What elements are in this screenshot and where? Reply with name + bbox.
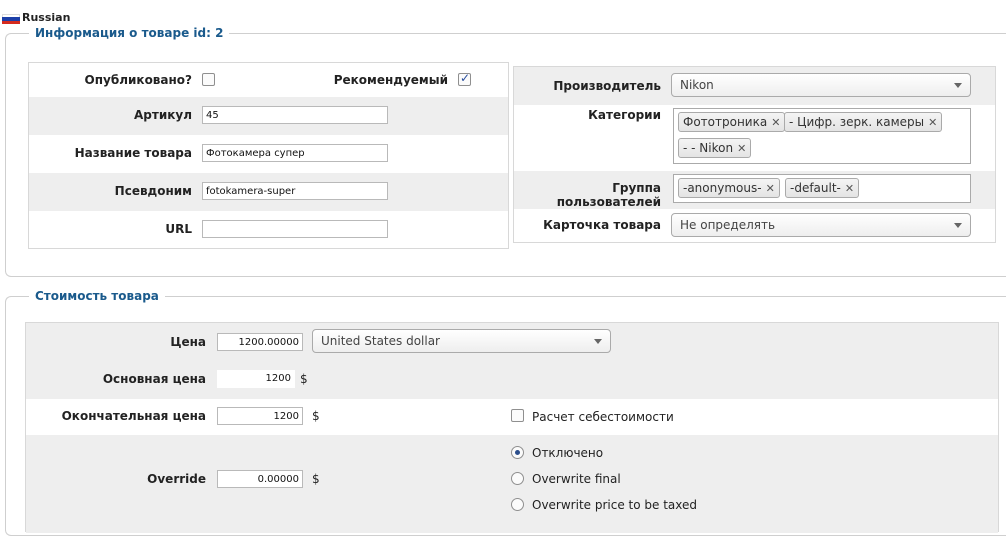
url-input[interactable] [202, 220, 388, 238]
product-card-select[interactable]: Не определять [671, 213, 971, 237]
published-label: Опубликовано? [84, 73, 192, 87]
manufacturer-label: Производитель [553, 79, 661, 93]
chevron-down-icon [954, 83, 962, 88]
user-group-chip[interactable]: -anonymous- ✕ [678, 178, 780, 198]
final-price-label: Окончательная цена [61, 409, 206, 423]
flag-russia-icon [2, 14, 20, 24]
chevron-down-icon [954, 223, 962, 228]
manufacturer-select[interactable]: Nikon [671, 73, 971, 97]
chevron-down-icon [594, 339, 602, 344]
featured-checkbox[interactable] [458, 71, 471, 86]
product-name-input[interactable] [202, 144, 388, 162]
override-option-label: Отключено [532, 446, 604, 460]
currency-select[interactable]: United States dollar [312, 329, 611, 353]
override-option-disabled-radio[interactable] [511, 446, 524, 459]
base-price-currency: $ [300, 372, 308, 386]
categories-label: Категории [588, 108, 661, 122]
alias-input[interactable] [202, 182, 388, 200]
override-option-taxed-radio[interactable] [511, 498, 524, 511]
featured-label: Рекомендуемый [333, 73, 448, 87]
user-group-chip[interactable]: -default- ✕ [785, 178, 860, 198]
price-input[interactable] [217, 333, 303, 351]
published-checkbox[interactable] [202, 73, 215, 86]
user-group-label: Группа пользователей [556, 181, 661, 209]
cost-calc-checkbox[interactable] [511, 409, 524, 422]
product-info-legend: Информация о товаре id: 2 [29, 26, 230, 40]
product-card-label: Карточка товара [543, 218, 661, 232]
product-card-value: Не определять [680, 218, 776, 232]
category-chip[interactable]: - Цифр. зерк. камеры ✕ [784, 112, 943, 132]
override-input[interactable] [217, 470, 303, 488]
override-option-label: Overwrite price to be taxed [532, 498, 697, 512]
override-currency: $ [312, 472, 320, 486]
base-price-value: 1200 [217, 370, 295, 388]
sku-label: Артикул [134, 108, 192, 122]
override-option-label: Overwrite final [532, 472, 621, 486]
final-price-input[interactable] [217, 407, 303, 425]
override-label: Override [147, 472, 206, 486]
close-icon[interactable]: ✕ [737, 142, 746, 155]
price-label: Цена [170, 335, 206, 349]
product-name-label: Название товара [74, 146, 192, 160]
language-label: Russian [22, 11, 71, 24]
pricing-legend: Стоимость товара [29, 289, 165, 303]
url-label: URL [165, 222, 192, 236]
close-icon[interactable]: ✕ [771, 116, 780, 129]
close-icon[interactable]: ✕ [845, 182, 854, 195]
close-icon[interactable]: ✕ [928, 116, 937, 129]
manufacturer-value: Nikon [680, 78, 714, 92]
base-price-label: Основная цена [102, 372, 206, 386]
cost-calc-label: Расчет себестоимости [532, 410, 674, 424]
alias-label: Псевдоним [114, 184, 192, 198]
category-chip[interactable]: - - Nikon ✕ [678, 138, 752, 158]
final-price-currency: $ [312, 409, 320, 423]
category-chip[interactable]: Фототроника ✕ [678, 112, 786, 132]
sku-input[interactable] [202, 106, 388, 124]
override-option-final-radio[interactable] [511, 472, 524, 485]
currency-value: United States dollar [321, 334, 440, 348]
close-icon[interactable]: ✕ [766, 182, 775, 195]
